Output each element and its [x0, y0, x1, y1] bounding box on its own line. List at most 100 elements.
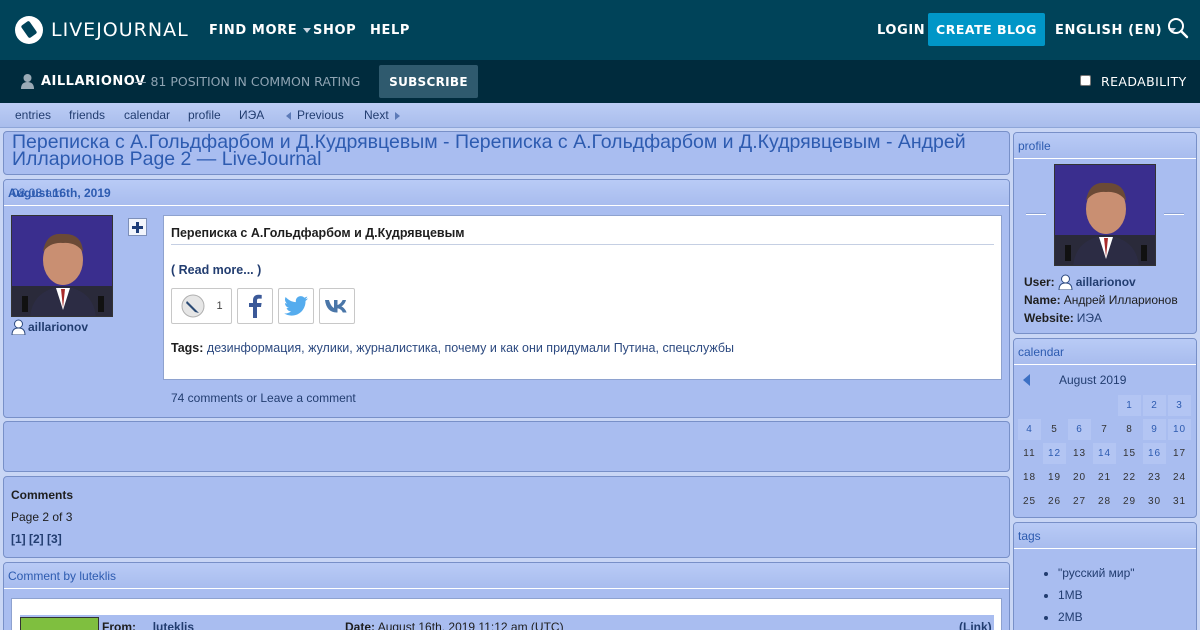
tag-item[interactable]: 2MB — [1058, 610, 1135, 630]
calendar-day: 13 — [1072, 448, 1087, 459]
post-author[interactable]: aillarionov — [11, 319, 88, 335]
search-icon[interactable] — [1167, 17, 1189, 39]
post-time[interactable]: 08:03 am — [12, 180, 62, 207]
readability-checkbox[interactable] — [1080, 75, 1091, 86]
comments-count-link[interactable]: 74 comments — [171, 391, 243, 405]
tag-list: "русский мир"1MB2MB — [1043, 566, 1135, 630]
calendar-day[interactable]: 9 — [1143, 419, 1166, 440]
post-subject: Переписка с А.Гольдфарбом и Д.Кудрявцевы… — [171, 226, 994, 245]
calendar-day[interactable]: 10 — [1168, 419, 1191, 440]
journal-rating: — 81 POSITION IN COMMON RATING — [134, 74, 361, 89]
previous-link[interactable]: Previous — [286, 103, 344, 128]
calendar-day[interactable]: 2 — [1143, 395, 1166, 416]
calendar-day[interactable]: 14 — [1093, 443, 1116, 464]
calendar-day[interactable]: 1 — [1118, 395, 1141, 416]
arrow-right-icon — [394, 111, 400, 120]
calendar-month[interactable]: August 2019 — [1059, 373, 1126, 387]
calendar-day: 27 — [1072, 496, 1087, 507]
share-livejournal-button[interactable]: 1 — [171, 288, 232, 324]
profile-website-link[interactable]: ИЭА — [1077, 311, 1102, 325]
nav-find-more[interactable]: FIND MORE — [209, 0, 312, 60]
nav-help[interactable]: HELP — [370, 0, 410, 60]
nav-find-more-label: FIND MORE — [209, 22, 298, 38]
tag-item[interactable]: "русский мир" — [1058, 566, 1135, 588]
add-memory-icon[interactable] — [128, 218, 147, 236]
profile-username[interactable]: aillarionov — [1076, 275, 1136, 289]
subnav-iea[interactable]: ИЭА — [239, 103, 264, 128]
date-label: Date: — [345, 620, 376, 630]
nav-shop[interactable]: SHOP — [313, 0, 356, 60]
comments-page-3[interactable]: [3] — [47, 532, 62, 546]
calendar-prev-icon[interactable] — [1023, 374, 1030, 386]
comment-from: From: luteklis — [102, 620, 194, 630]
subnav-friends[interactable]: friends — [69, 103, 105, 128]
profile-website: Website: ИЭА — [1024, 311, 1102, 325]
comment-header: Comment by luteklis — [4, 563, 1009, 589]
share-vk-button[interactable] — [319, 288, 355, 324]
language-selector[interactable]: ENGLISH (EN) — [1055, 0, 1177, 60]
subnav-calendar[interactable]: calendar — [124, 103, 170, 128]
comments-separator: or — [243, 391, 261, 405]
logo-text: LIVEJOURNAL — [51, 19, 189, 41]
journal-username[interactable]: AILLARIONOV — [41, 60, 146, 103]
comment-link-label: (Link) — [959, 620, 992, 630]
livejournal-logo-icon — [15, 16, 43, 44]
calendar-day: 30 — [1147, 496, 1162, 507]
comments-nav-box — [3, 476, 1010, 558]
subnav-profile[interactable]: profile — [188, 103, 221, 128]
calendar-day[interactable]: 16 — [1143, 443, 1166, 464]
share-twitter-button[interactable] — [278, 288, 314, 324]
create-blog-button[interactable]: CREATE BLOG — [928, 13, 1045, 46]
website-label: Website: — [1024, 311, 1074, 325]
post-datetime: 08:03 am August 16th, 2019 — [8, 180, 111, 207]
read-more-link[interactable]: ( Read more... ) — [171, 263, 261, 277]
readability-label[interactable]: READABILITY — [1101, 60, 1187, 103]
facebook-icon — [249, 294, 262, 318]
livejournal-logo[interactable]: LIVEJOURNAL — [15, 15, 189, 45]
calendar-day: 5 — [1051, 424, 1058, 435]
calendar-day[interactable]: 12 — [1043, 443, 1066, 464]
calendar-day: 28 — [1097, 496, 1112, 507]
share-count: 1 — [216, 300, 223, 312]
leave-comment-link[interactable]: Leave a comment — [260, 391, 355, 405]
tags-header: tags — [1014, 523, 1196, 549]
calendar-empty-cell — [1093, 395, 1116, 416]
calendar-day: 19 — [1047, 472, 1062, 483]
chevron-down-icon — [303, 27, 312, 33]
tags-list[interactable]: дезинформация, жулики, журналистика, поч… — [207, 341, 734, 355]
comments-page-2[interactable]: [2] — [29, 532, 44, 546]
post-tags: Tags: дезинформация, жулики, журналистик… — [171, 341, 734, 355]
tag-item[interactable]: 1MB — [1058, 588, 1135, 610]
vk-icon — [325, 300, 347, 313]
calendar-day[interactable]: 6 — [1068, 419, 1091, 440]
post-author-name: aillarionov — [28, 320, 89, 334]
page-title-box: Переписка с А.Гольдфарбом и Д.Кудрявцевы… — [3, 131, 1010, 175]
comment-date-value: August 16th, 2019 11:12 am (UTC) — [377, 620, 564, 630]
calendar-day: 25 — [1022, 496, 1037, 507]
login-link[interactable]: LOGIN — [877, 0, 925, 60]
calendar-empty-cell — [1018, 395, 1041, 416]
comments-heading: Comments — [11, 488, 74, 502]
calendar-header: calendar — [1014, 339, 1196, 365]
calendar-day: 11 — [1023, 448, 1036, 459]
calendar-day[interactable]: 3 — [1168, 395, 1191, 416]
comment-head-label[interactable]: Comment by luteklis — [8, 563, 116, 590]
user-icon — [20, 73, 35, 92]
calendar-day[interactable]: 4 — [1018, 419, 1041, 440]
subscribe-button[interactable]: SUBSCRIBE — [379, 65, 478, 98]
calendar-head-label[interactable]: calendar — [1018, 339, 1064, 366]
post-comments-line: 74 comments or Leave a comment — [171, 391, 356, 405]
comment-link[interactable]: (Link) — [959, 620, 992, 630]
comments-page-1[interactable]: [1] — [11, 532, 26, 546]
next-link[interactable]: Next — [364, 103, 400, 128]
profile-userpic — [1054, 164, 1156, 266]
journal-subnav: entries friends calendar profile ИЭА Pre… — [0, 103, 1200, 128]
subnav-entries[interactable]: entries — [15, 103, 51, 128]
user-label: User: — [1024, 275, 1055, 289]
share-facebook-button[interactable] — [237, 288, 273, 324]
commenter-name[interactable]: luteklis — [153, 620, 194, 630]
comments-page-info: Page 2 of 3 — [11, 510, 73, 524]
next-label: Next — [364, 108, 389, 122]
from-label: From: — [102, 620, 136, 630]
language-label: ENGLISH (EN) — [1055, 22, 1163, 38]
